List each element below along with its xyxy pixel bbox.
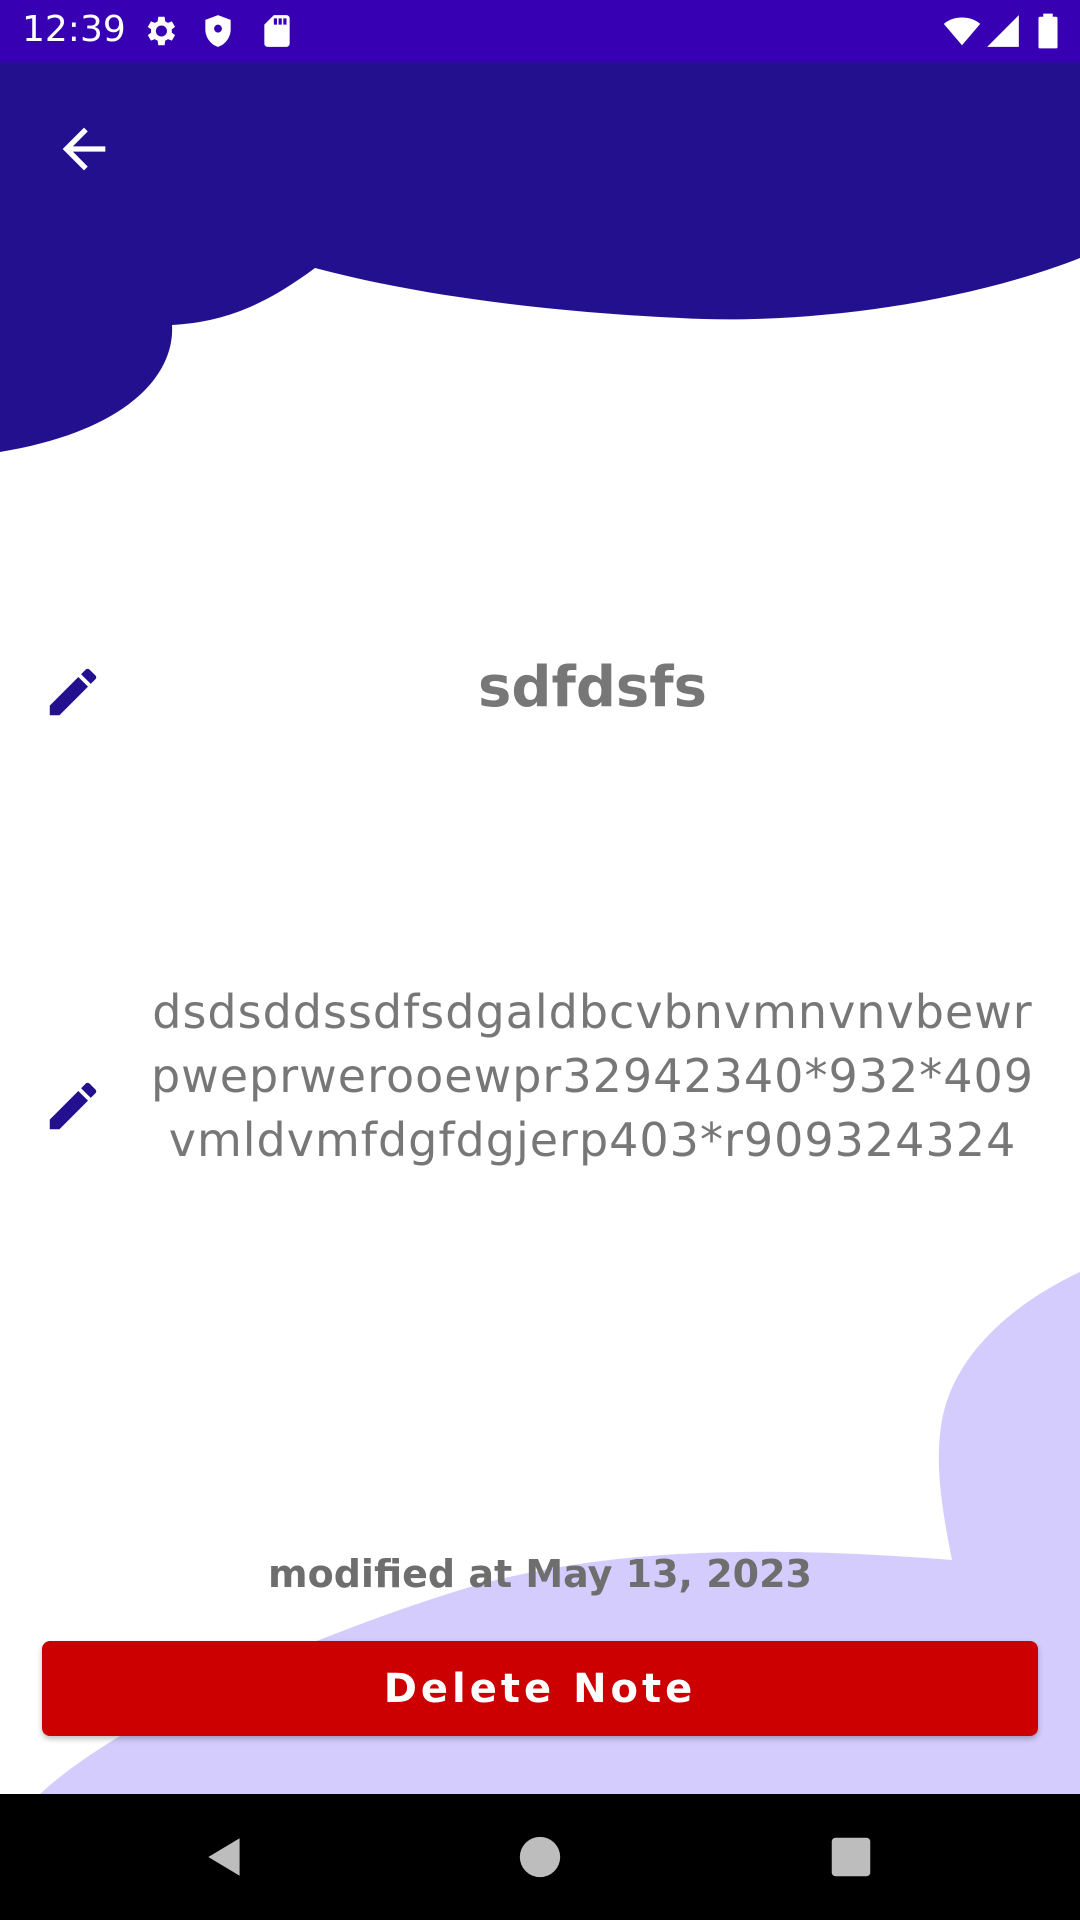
battery-icon <box>1038 13 1058 49</box>
modified-date: modified at May 13, 2023 <box>268 1552 812 1596</box>
shield-icon <box>205 15 231 47</box>
sd-card-icon <box>264 15 290 47</box>
wifi-icon <box>943 17 981 46</box>
nav-home-button[interactable] <box>507 1824 573 1890</box>
edit-title-button[interactable] <box>40 659 106 725</box>
background-shapes <box>0 62 1080 1794</box>
settings-icon <box>147 16 176 46</box>
back-triangle-icon <box>208 1838 240 1876</box>
home-circle-icon <box>519 1836 561 1878</box>
header-wave <box>0 62 1080 452</box>
pencil-icon <box>49 668 97 716</box>
pencil-icon <box>49 1082 97 1130</box>
note-body: dsdsddssdfsdgaldbcvbnvmnvnvbewrpweprwero… <box>150 985 1035 1167</box>
back-button[interactable] <box>40 105 128 193</box>
arrow-back-icon <box>62 127 106 171</box>
recents-square-icon <box>831 1837 871 1877</box>
nav-recents-button[interactable] <box>818 1824 884 1890</box>
note-title: sdfdsfs <box>478 655 707 720</box>
signal-icon <box>987 15 1019 47</box>
delete-note-button[interactable]: Delete Note <box>42 1641 1038 1736</box>
navigation-bar <box>0 1794 1080 1920</box>
status-bar: 12:39 <box>0 0 1080 62</box>
edit-body-button[interactable] <box>40 1073 106 1139</box>
nav-back-button[interactable] <box>192 1824 258 1890</box>
status-time: 12:39 <box>22 9 126 50</box>
